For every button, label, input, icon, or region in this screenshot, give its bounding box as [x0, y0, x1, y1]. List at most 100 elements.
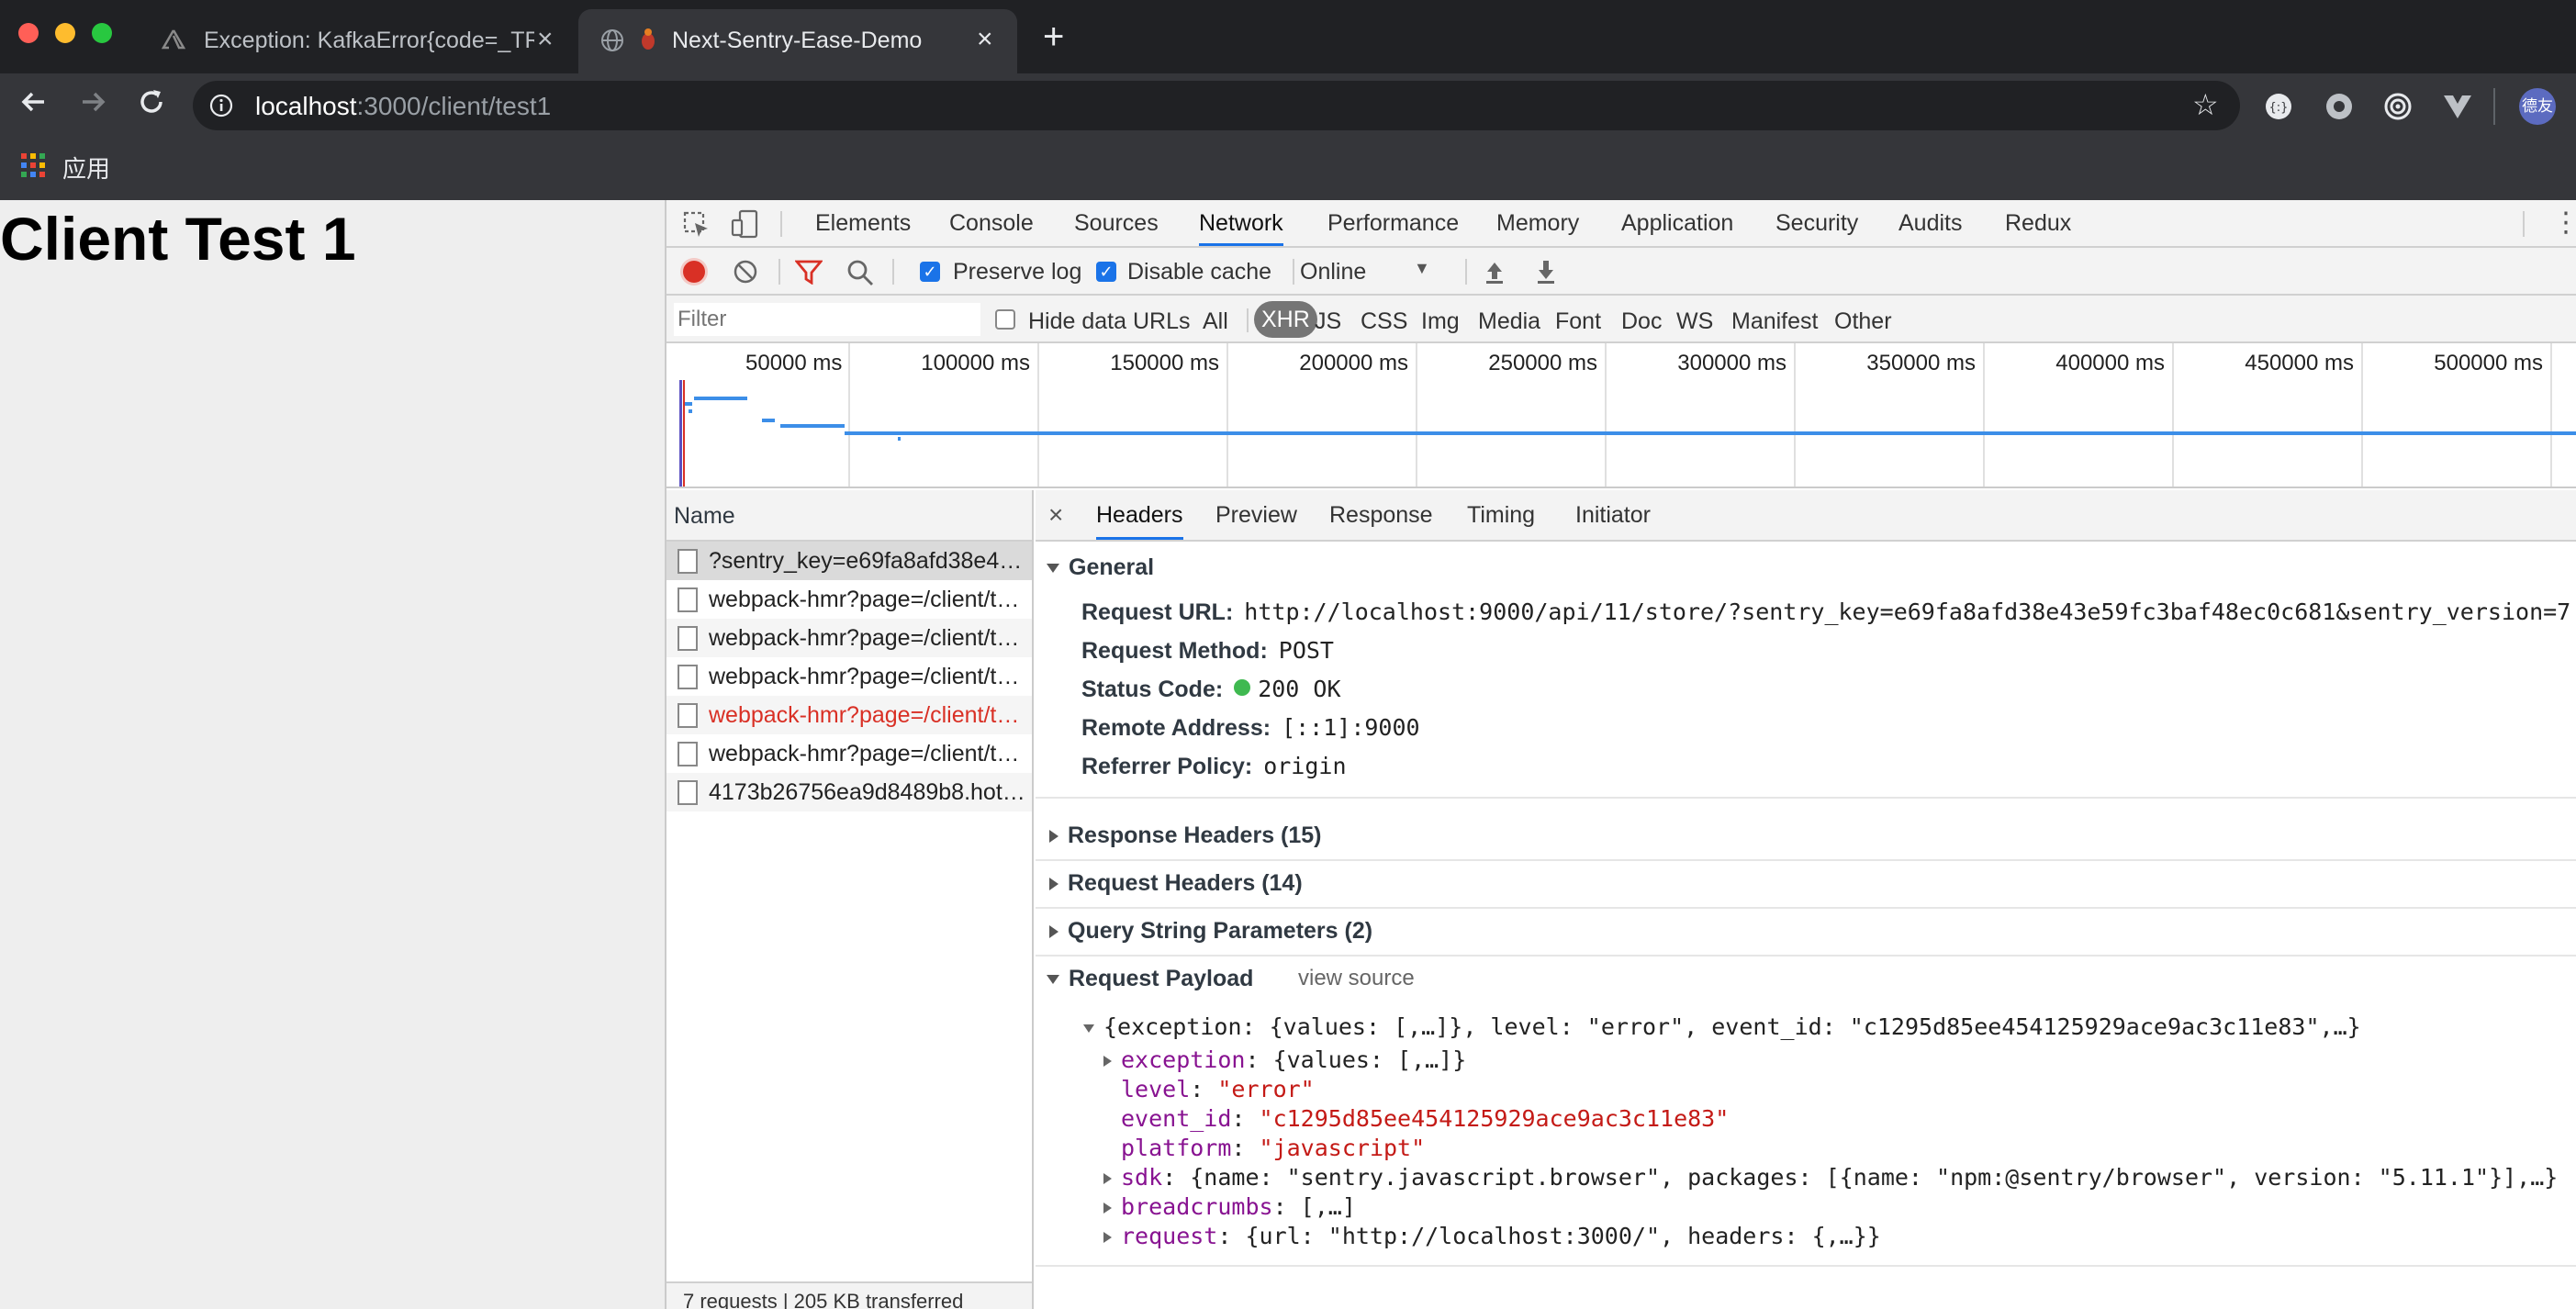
response-headers-toggle[interactable]: Response Headers (15): [1047, 822, 1322, 849]
search-icon[interactable]: [846, 259, 874, 291]
tab-timing[interactable]: Timing: [1467, 490, 1535, 540]
filter-type-font[interactable]: Font: [1555, 308, 1601, 335]
new-tab-button[interactable]: +: [1043, 18, 1064, 55]
inspect-element-icon[interactable]: [683, 211, 711, 243]
back-arrow-icon[interactable]: [18, 86, 50, 123]
name-column-header[interactable]: Name: [666, 490, 1032, 542]
page-viewport: Client Test 1: [0, 200, 665, 1309]
request-row[interactable]: webpack-hmr?page=/client/test1: [666, 580, 1032, 619]
filter-type-js[interactable]: JS: [1315, 308, 1341, 335]
window-close-button[interactable]: [18, 23, 39, 43]
vue-devtools-icon[interactable]: [2442, 92, 2473, 126]
hide-data-urls-label: Hide data URLs: [1028, 308, 1191, 334]
request-row[interactable]: webpack-hmr?page=/client/test1: [666, 657, 1032, 696]
address-bar[interactable]: localhost:3000/client/test1 ☆: [193, 81, 2240, 130]
view-source-link[interactable]: view source: [1298, 966, 1415, 991]
tab-application[interactable]: Application: [1621, 200, 1733, 246]
close-icon[interactable]: ×: [977, 26, 993, 53]
filter-type-img[interactable]: Img: [1421, 308, 1460, 335]
divider: [1036, 907, 2576, 909]
filter-input[interactable]: [674, 303, 980, 336]
filter-type-all[interactable]: All: [1203, 308, 1228, 335]
tab-next-sentry-demo[interactable]: Next-Sentry-Ease-Demo ×: [578, 9, 1017, 73]
network-overview-timeline[interactable]: 50000 ms 100000 ms 150000 ms 200000 ms 2…: [666, 343, 2576, 488]
request-row-error[interactable]: webpack-hmr?page=/client/test1: [666, 696, 1032, 734]
forward-arrow-icon[interactable]: [77, 86, 108, 123]
throttling-select[interactable]: Online ▼: [1300, 259, 1438, 285]
close-icon[interactable]: ×: [537, 26, 554, 53]
request-name: ?sentry_key=e69fa8afd38e43e59fc3baf48ec0…: [709, 548, 1032, 574]
clear-icon[interactable]: [733, 259, 758, 289]
device-toolbar-icon[interactable]: [731, 209, 760, 243]
bookmark-star-icon[interactable]: ☆: [2192, 90, 2219, 119]
window-minimize-button[interactable]: [55, 23, 75, 43]
request-headers-toggle[interactable]: Request Headers (14): [1047, 870, 1303, 897]
tick-label: 300000 ms: [1677, 351, 1786, 375]
request-row[interactable]: 4173b26756ea9d8489b8.hot-update.json: [666, 773, 1032, 811]
tab-kafka-exception[interactable]: Exception: KafkaError{code=_TR ×: [147, 9, 574, 73]
tab-initiator[interactable]: Initiator: [1575, 490, 1651, 540]
tab-elements[interactable]: Elements: [815, 200, 911, 246]
payload-exception-node[interactable]: exception: {values: [,…]}: [1103, 1046, 1466, 1073]
tab-sources[interactable]: Sources: [1074, 200, 1159, 246]
tab-preview[interactable]: Preview: [1215, 490, 1297, 540]
filter-type-other[interactable]: Other: [1834, 308, 1892, 335]
hide-data-urls-checkbox[interactable]: [995, 309, 1015, 330]
filter-type-ws[interactable]: WS: [1676, 308, 1713, 335]
avatar[interactable]: 德友: [2519, 88, 2556, 125]
filter-type-manifest[interactable]: Manifest: [1731, 308, 1818, 335]
extension-icon[interactable]: {:}: [2264, 92, 2293, 126]
filter-type-doc[interactable]: Doc: [1621, 308, 1662, 335]
waterfall-bar: [689, 409, 692, 413]
payload-key: exception: [1121, 1046, 1246, 1073]
request-row[interactable]: webpack-hmr?page=/client/test1: [666, 619, 1032, 657]
request-method-row: Request Method: POST: [1081, 637, 1334, 665]
query-string-toggle[interactable]: Query String Parameters (2): [1047, 918, 1372, 945]
tab-headers[interactable]: Headers: [1096, 490, 1183, 540]
tab-network[interactable]: Network: [1199, 200, 1283, 246]
record-icon[interactable]: [683, 261, 705, 283]
tab-console[interactable]: Console: [949, 200, 1034, 246]
grid-line: [1983, 343, 1985, 487]
request-row-selected[interactable]: ?sentry_key=e69fa8afd38e43e59fc3baf48ec0…: [666, 542, 1032, 580]
divider: [778, 259, 780, 285]
section-title: Query String Parameters (2): [1068, 918, 1373, 944]
remote-address-value: [::1]:9000: [1282, 714, 1420, 741]
payload-breadcrumbs-node[interactable]: breadcrumbs: [,…]: [1103, 1193, 1356, 1220]
preserve-log-checkbox[interactable]: ✓: [920, 262, 940, 282]
apps-grid-icon[interactable]: [20, 152, 46, 178]
info-icon[interactable]: [209, 94, 233, 117]
tab-audits[interactable]: Audits: [1898, 200, 1962, 246]
request-row[interactable]: webpack-hmr?page=/client/test1: [666, 734, 1032, 773]
window-zoom-button[interactable]: [92, 23, 112, 43]
disable-cache-checkbox[interactable]: ✓: [1096, 262, 1116, 282]
filter-type-css[interactable]: CSS: [1361, 308, 1407, 335]
tick-label: 350000 ms: [1866, 351, 1976, 375]
tab-performance[interactable]: Performance: [1327, 200, 1459, 246]
filter-funnel-icon[interactable]: [794, 259, 823, 289]
kebab-menu-icon[interactable]: ⋮: [2552, 207, 2576, 239]
export-har-icon[interactable]: [1533, 259, 1559, 289]
request-payload-toggle[interactable]: Request Payload: [1047, 966, 1253, 992]
close-icon[interactable]: ×: [1048, 499, 1063, 531]
tab-memory[interactable]: Memory: [1496, 200, 1579, 246]
payload-root-node[interactable]: {exception: {values: [,…]}, level: "erro…: [1083, 1013, 2361, 1040]
filter-type-xhr[interactable]: XHR: [1254, 301, 1317, 338]
status-code-value: 200 OK: [1258, 676, 1341, 702]
tab-redux[interactable]: Redux: [2005, 200, 2071, 246]
import-har-icon[interactable]: [1482, 259, 1507, 289]
throttling-value: Online: [1300, 259, 1367, 285]
section-title: General: [1069, 554, 1155, 580]
status-code-label: Status Code:: [1081, 677, 1224, 702]
filter-bar: Hide data URLs All XHR JS CSS Img Media …: [666, 296, 2576, 343]
payload-sdk-node[interactable]: sdk: {name: "sentry.javascript.browser",…: [1103, 1164, 2558, 1191]
target-extension-icon[interactable]: [2383, 92, 2413, 126]
filter-type-media[interactable]: Media: [1478, 308, 1540, 335]
apps-bookmark-label[interactable]: 应用: [62, 151, 110, 185]
general-section-toggle[interactable]: General: [1047, 554, 1154, 581]
tab-security[interactable]: Security: [1775, 200, 1858, 246]
tab-response[interactable]: Response: [1329, 490, 1433, 540]
reload-icon[interactable]: [136, 86, 167, 123]
payload-request-node[interactable]: request: {url: "http://localhost:3000/",…: [1103, 1223, 1881, 1249]
record-extension-icon[interactable]: [2324, 92, 2354, 126]
